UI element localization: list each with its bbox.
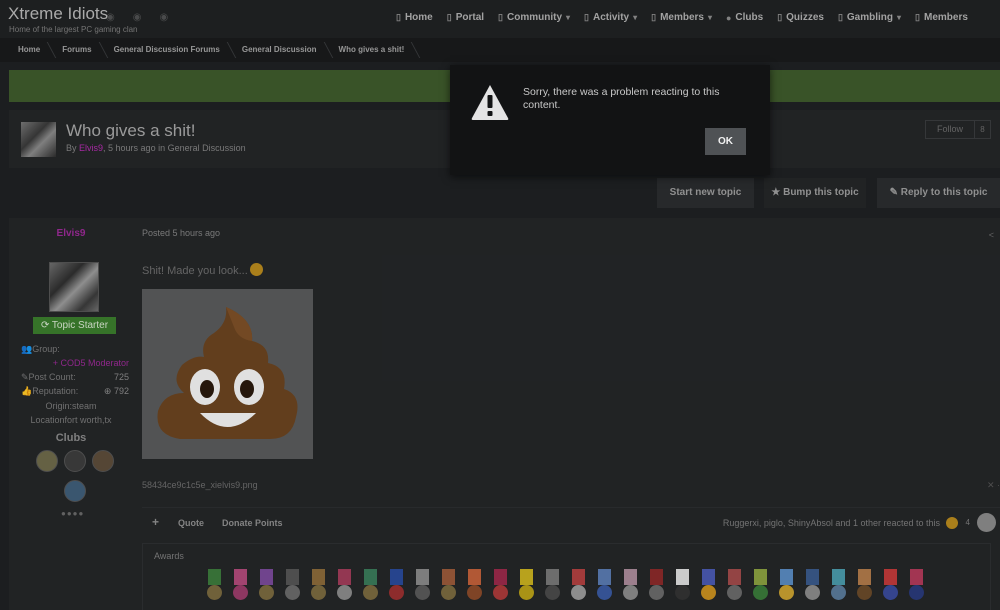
warning-icon xyxy=(471,85,509,120)
ok-button[interactable]: OK xyxy=(705,128,746,155)
dialog-message: Sorry, there was a problem reacting to t… xyxy=(523,86,720,111)
error-dialog: Sorry, there was a problem reacting to t… xyxy=(450,65,770,175)
